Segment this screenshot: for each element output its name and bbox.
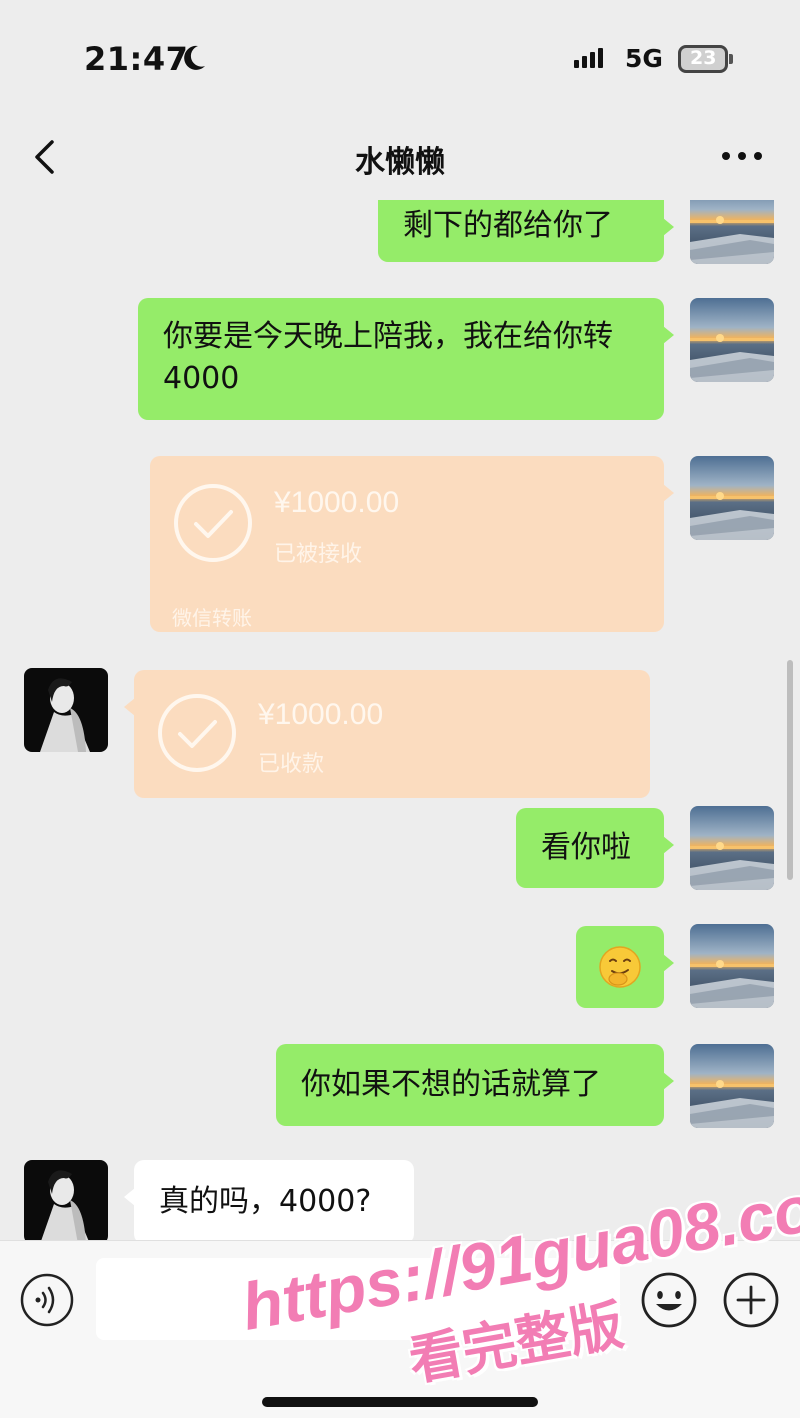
battery-level: 23 (690, 47, 717, 69)
transfer-card-sent[interactable]: ¥1000.00 已被接收 微信转账 (150, 456, 674, 632)
transfer-status: 已被接收 (274, 542, 363, 567)
status-bar: 21:47 5G 23 (0, 0, 800, 115)
transfer-amount: ¥1000.00 (258, 698, 384, 731)
message-text: 剩下的都给你了 (403, 208, 613, 243)
avatar[interactable] (24, 1160, 108, 1240)
moon-icon (184, 45, 205, 70)
plus-icon[interactable] (722, 1271, 780, 1329)
avatar[interactable] (690, 806, 774, 890)
message-text: 你如果不想的话就算了 (301, 1067, 601, 1102)
avatar[interactable] (24, 668, 108, 752)
message-bubble-sent[interactable]: 看你啦 (516, 808, 674, 888)
message-bubble-received[interactable]: 真的吗，4000? (124, 1160, 414, 1240)
avatar[interactable] (690, 1044, 774, 1128)
network-type: 5G (625, 44, 663, 73)
message-text: 看你啦 (541, 830, 631, 865)
transfer-label: 微信转账 (172, 606, 252, 630)
more-options-icon[interactable] (718, 149, 766, 163)
check-circle-icon (158, 694, 236, 772)
message-text: 你要是今天晚上陪我，我在给你转4000 (163, 319, 613, 396)
transfer-status: 已收款 (258, 752, 325, 777)
battery-icon: 23 (678, 45, 728, 73)
home-indicator (262, 1397, 538, 1407)
avatar[interactable] (690, 298, 774, 382)
signal-icon (574, 48, 606, 68)
smirk-emoji-icon (599, 946, 641, 988)
avatar[interactable] (690, 924, 774, 1008)
message-bubble-sent[interactable]: 你要是今天晚上陪我，我在给你转4000 (138, 298, 674, 420)
check-circle-icon (174, 484, 252, 562)
transfer-amount: ¥1000.00 (274, 486, 400, 519)
battery-tip (729, 54, 733, 64)
nav-bar: 水懒懒 (0, 115, 800, 200)
chat-title: 水懒懒 (355, 145, 445, 180)
transfer-card-received[interactable]: ¥1000.00 已收款 (124, 670, 650, 798)
avatar[interactable] (690, 200, 774, 264)
voice-input-icon[interactable] (20, 1273, 74, 1327)
message-text: 真的吗，4000? (159, 1184, 372, 1219)
status-time: 21:47 (84, 40, 189, 78)
scrollbar[interactable] (787, 660, 793, 880)
avatar[interactable] (690, 456, 774, 540)
message-bubble-sent[interactable]: 你如果不想的话就算了 (276, 1044, 674, 1126)
message-bubble-sent[interactable] (576, 926, 674, 1008)
message-bubble-sent[interactable]: 剩下的都给你了 (378, 200, 674, 262)
chat-message-list[interactable]: 剩下的都给你了 你要是今天晚上陪我，我在给你转4000 ¥1000.00 已被接… (0, 200, 800, 1240)
